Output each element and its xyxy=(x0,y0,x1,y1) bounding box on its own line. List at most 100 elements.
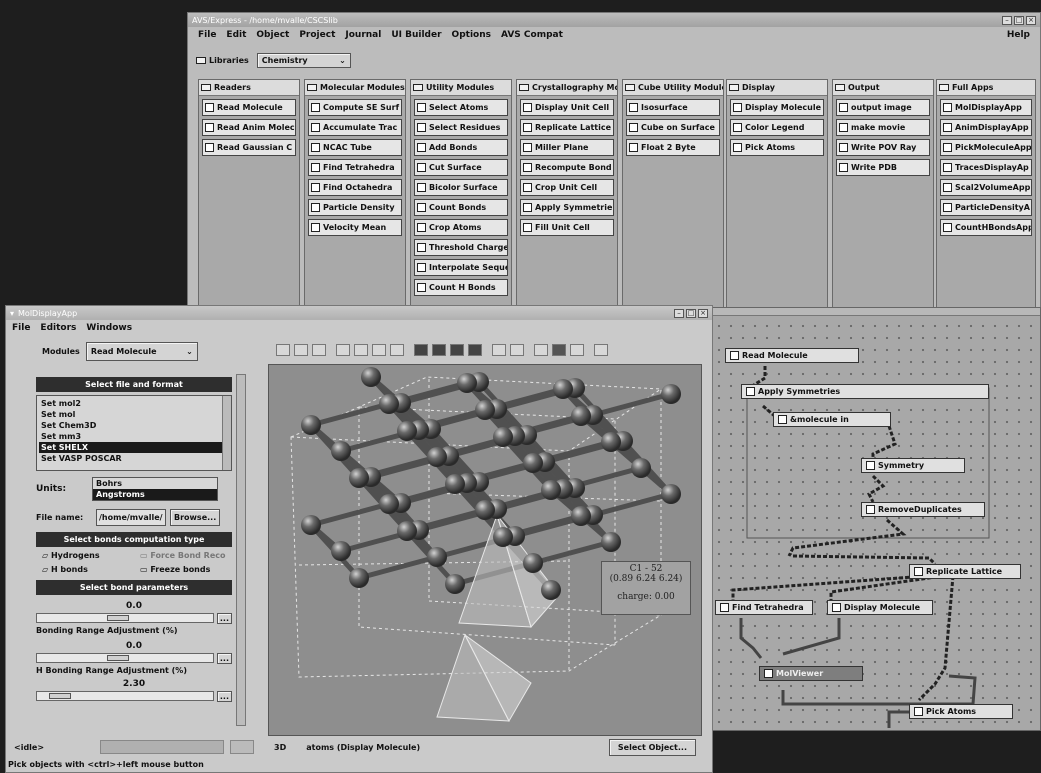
menu-project[interactable]: Project xyxy=(299,30,335,40)
tool-icon[interactable] xyxy=(534,344,548,356)
close-icon[interactable]: × xyxy=(698,308,708,318)
module-button[interactable]: Scal2VolumeApp xyxy=(940,179,1032,196)
more-button[interactable]: ... xyxy=(216,613,232,624)
more-button[interactable]: ... xyxy=(216,691,232,702)
format-item[interactable]: Set Chem3D xyxy=(39,420,229,431)
tool-icon[interactable] xyxy=(414,344,428,356)
menu-help[interactable]: Help xyxy=(1007,30,1030,40)
format-item[interactable]: Set VASP POSCAR xyxy=(39,453,229,464)
module-button[interactable]: TracesDisplayAp xyxy=(940,159,1032,176)
module-button[interactable]: Cut Surface xyxy=(414,159,508,176)
close-icon[interactable]: × xyxy=(1026,15,1036,25)
menu-editors[interactable]: Editors xyxy=(40,323,76,333)
module-button[interactable]: AnimDisplayApp xyxy=(940,119,1032,136)
tool-icon[interactable] xyxy=(354,344,368,356)
library-select[interactable]: Chemistry ⌄ xyxy=(256,53,351,68)
stop-button[interactable] xyxy=(230,740,254,754)
tool-icon[interactable] xyxy=(336,344,350,356)
format-scrollbar[interactable] xyxy=(222,396,231,470)
3d-viewport[interactable]: C1 - 52 (0.89 6.24 6.24) charge: 0.00 xyxy=(268,364,702,736)
chevron-down-icon[interactable]: ▾ xyxy=(10,309,14,318)
module-button[interactable]: Recompute Bond xyxy=(520,159,614,176)
node-symmetry[interactable]: Symmetry xyxy=(861,458,965,473)
module-button[interactable]: Particle Density xyxy=(308,199,402,216)
tool-icon[interactable] xyxy=(372,344,386,356)
node-replicate-lattice[interactable]: Replicate Lattice xyxy=(909,564,1021,579)
app-title-bar[interactable]: ▾ MolDisplayApp – □ × xyxy=(6,306,712,320)
module-button[interactable]: Miller Plane xyxy=(520,139,614,156)
module-button[interactable]: Read Gaussian C xyxy=(202,139,296,156)
module-button[interactable]: ParticleDensityA xyxy=(940,199,1032,216)
menu-avs-compat[interactable]: AVS Compat xyxy=(501,30,563,40)
minimize-icon[interactable]: – xyxy=(1002,15,1012,25)
units-list[interactable]: Bohrs Angstroms xyxy=(92,477,218,501)
module-button[interactable]: PickMoleculeApp xyxy=(940,139,1032,156)
module-button[interactable]: Interpolate Seque xyxy=(414,259,508,276)
browse-button[interactable]: Browse... xyxy=(170,509,221,526)
module-button[interactable]: CountHBondsApp xyxy=(940,219,1032,236)
module-button[interactable]: Display Molecule xyxy=(730,99,824,116)
module-button[interactable]: make movie xyxy=(836,119,930,136)
module-button[interactable]: Find Tetrahedra xyxy=(308,159,402,176)
h-bonds-checkbox[interactable]: ▱ H bonds xyxy=(42,565,140,574)
control-scrollbar[interactable] xyxy=(236,374,246,726)
node-display-molecule[interactable]: Display Molecule xyxy=(827,600,933,615)
tool-icon[interactable] xyxy=(594,344,608,356)
palette-header[interactable]: Utility Modules xyxy=(411,80,511,96)
light-icon[interactable] xyxy=(570,344,584,356)
tool-icon[interactable] xyxy=(468,344,482,356)
module-button[interactable]: output image xyxy=(836,99,930,116)
module-button[interactable]: Bicolor Surface xyxy=(414,179,508,196)
module-button[interactable]: Display Unit Cell xyxy=(520,99,614,116)
node-molecule-in[interactable]: &molecule in xyxy=(773,412,891,427)
force-bond-checkbox[interactable]: ▭ Force Bond Reco xyxy=(140,551,226,560)
module-button[interactable]: Select Atoms xyxy=(414,99,508,116)
freeze-bonds-checkbox[interactable]: ▭ Freeze bonds xyxy=(140,565,210,574)
node-apply-symmetries[interactable]: Apply Symmetries xyxy=(741,384,989,399)
tool-icon[interactable] xyxy=(552,344,566,356)
module-button[interactable]: Color Legend xyxy=(730,119,824,136)
more-button[interactable]: ... xyxy=(216,653,232,664)
menu-file[interactable]: File xyxy=(12,323,30,333)
node-read-molecule[interactable]: Read Molecule xyxy=(725,348,859,363)
select-object-button[interactable]: Select Object... xyxy=(608,738,696,756)
format-item[interactable]: Set mm3 xyxy=(39,431,229,442)
hydrogens-checkbox[interactable]: ▱ Hydrogens xyxy=(42,551,140,560)
tool-icon[interactable] xyxy=(390,344,404,356)
menu-ui-builder[interactable]: UI Builder xyxy=(391,30,441,40)
menu-options[interactable]: Options xyxy=(452,30,491,40)
slider-thumb[interactable] xyxy=(107,615,129,621)
module-button[interactable]: Compute SE Surf xyxy=(308,99,402,116)
module-button[interactable]: Count H Bonds xyxy=(414,279,508,296)
module-button[interactable]: Threshold Charge xyxy=(414,239,508,256)
module-button[interactable]: Count Bonds xyxy=(414,199,508,216)
avs-title-bar[interactable]: AVS/Express - /home/mvalle/CSCSlib – □ × xyxy=(188,13,1040,27)
slider-thumb[interactable] xyxy=(49,693,71,699)
tool-icon[interactable] xyxy=(450,344,464,356)
palette-header[interactable]: Full Apps xyxy=(937,80,1035,96)
module-button[interactable]: Velocity Mean xyxy=(308,219,402,236)
node-molviewer[interactable]: MolViewer xyxy=(759,666,863,681)
palette-header[interactable]: Molecular Modules xyxy=(305,80,405,96)
bonding-range-slider[interactable] xyxy=(36,613,214,623)
module-button[interactable]: Crop Unit Cell xyxy=(520,179,614,196)
menu-object[interactable]: Object xyxy=(256,30,289,40)
tool-icon[interactable] xyxy=(510,344,524,356)
tool-icon[interactable] xyxy=(312,344,326,356)
tool-icon[interactable] xyxy=(432,344,446,356)
module-button[interactable]: Isosurface xyxy=(626,99,720,116)
menu-edit[interactable]: Edit xyxy=(226,30,246,40)
module-button[interactable]: Select Residues xyxy=(414,119,508,136)
module-button[interactable]: Float 2 Byte xyxy=(626,139,720,156)
palette-header[interactable]: Crystallography Mo xyxy=(517,80,617,96)
palette-header[interactable]: Output xyxy=(833,80,933,96)
module-button[interactable]: Find Octahedra xyxy=(308,179,402,196)
palette-header[interactable]: Readers xyxy=(199,80,299,96)
palette-header[interactable]: Display xyxy=(727,80,827,96)
module-button[interactable]: Write PDB xyxy=(836,159,930,176)
node-find-tetrahedra[interactable]: Find Tetrahedra xyxy=(715,600,813,615)
hbond-range-slider[interactable] xyxy=(36,653,214,663)
module-button[interactable]: MolDisplayApp xyxy=(940,99,1032,116)
format-item[interactable]: Set mol2 xyxy=(39,398,229,409)
module-button[interactable]: Read Anim Molec xyxy=(202,119,296,136)
